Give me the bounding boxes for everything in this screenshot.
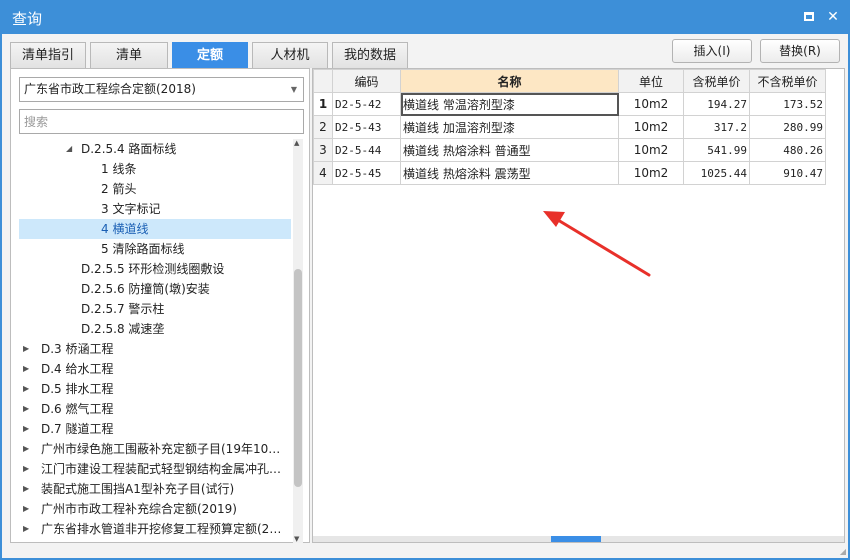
tree-node[interactable]: ◢ D.2.5.4 路面标线 xyxy=(19,139,291,159)
scroll-down-icon[interactable]: ▼ xyxy=(294,535,299,543)
resize-grip-icon[interactable]: ◢ xyxy=(840,547,846,556)
scrollbar-thumb[interactable] xyxy=(294,269,302,487)
tab-list-guide[interactable]: 清单指引 xyxy=(10,42,86,68)
tree-collapsed-icon[interactable]: ▶ xyxy=(23,419,29,439)
dropdown-arrow-icon: ▼ xyxy=(290,85,297,94)
tree-collapsed-icon[interactable]: ▶ xyxy=(23,359,29,379)
tree-leaf-item[interactable]: 1 线条 xyxy=(19,159,291,179)
tree-item-label: D.2.5.6 防撞筒(墩)安装 xyxy=(81,282,210,296)
quota-tree: ◢ D.2.5.4 路面标线 1 线条 2 箭头 3 文字标记 4 横道线 5 清除路面标线… xyxy=(19,139,291,539)
tree-item-label: D.3 桥涵工程 xyxy=(41,342,114,356)
scroll-up-icon[interactable]: ▲ xyxy=(294,139,299,147)
tab-labor-material-machine[interactable]: 人材机 xyxy=(252,42,328,68)
tree-item-label: D.2.5.4 路面标线 xyxy=(81,142,177,156)
query-dialog: 查询 ✕ 清单指引 清单 定额 人材机 我的数据 插入(I) 替换(R) 广东省… xyxy=(0,0,850,560)
tree-node[interactable]: D.2.5.8 减速垄 xyxy=(19,319,291,339)
title-bar[interactable]: 查询 ✕ xyxy=(0,0,850,34)
tree-leaf-item[interactable]: 4 横道线 xyxy=(19,219,291,239)
close-button[interactable]: ✕ xyxy=(824,8,842,26)
grid-horizontal-scrollbar[interactable] xyxy=(313,536,844,542)
tree-item-label: D.7 隧道工程 xyxy=(41,422,114,436)
dialog-body: 清单指引 清单 定额 人材机 我的数据 插入(I) 替换(R) 广东省市政工程综… xyxy=(2,34,848,558)
tree-collapsed-icon[interactable]: ▶ xyxy=(23,519,29,539)
tree-node[interactable]: ▶ D.6 燃气工程 xyxy=(19,399,291,419)
tree-item-label: 装配式施工围挡A1型补充子目(试行) xyxy=(41,482,235,496)
tree-scrollbar[interactable]: ▲ ▼ xyxy=(293,139,303,543)
tree-node[interactable]: ▶ D.5 排水工程 xyxy=(19,379,291,399)
tree-leaf-item[interactable]: 3 文字标记 xyxy=(19,199,291,219)
tree-collapsed-icon[interactable]: ▶ xyxy=(23,439,29,459)
tree-item-label: 广州市市政工程补充综合定额(2019) xyxy=(41,502,237,516)
tree-item-label: 2 箭头 xyxy=(101,182,137,196)
tree-expanded-icon[interactable]: ◢ xyxy=(66,139,72,159)
tree-collapsed-icon[interactable]: ▶ xyxy=(23,459,29,479)
tree-item-label: 1 线条 xyxy=(101,162,137,176)
annotation-arrow-head xyxy=(543,211,565,227)
tree-node[interactable]: ▶ 装配式施工围挡A1型补充子目(试行) xyxy=(19,479,291,499)
tree-item-label: 3 文字标记 xyxy=(101,202,161,216)
tree-collapsed-icon[interactable]: ▶ xyxy=(23,479,29,499)
maximize-button[interactable] xyxy=(800,8,818,26)
tab-quota[interactable]: 定额 xyxy=(172,42,248,68)
tree-collapsed-icon[interactable]: ▶ xyxy=(23,339,29,359)
insert-button[interactable]: 插入(I) xyxy=(672,39,752,63)
tree-item-label: D.6 燃气工程 xyxy=(41,402,114,416)
tree-node[interactable]: D.2.5.7 警示柱 xyxy=(19,299,291,319)
tree-leaf-item[interactable]: 5 清除路面标线 xyxy=(19,239,291,259)
tree-node[interactable]: ▶ 广州市绿色施工围蔽补充定额子目(19年10… xyxy=(19,439,291,459)
quota-library-value: 广东省市政工程综合定额(2018) xyxy=(24,82,196,96)
tree-item-label: 5 清除路面标线 xyxy=(101,242,185,256)
tree-item-label: 江门市建设工程装配式轻型钢结构金属冲孔… xyxy=(41,462,282,476)
quota-library-dropdown[interactable]: 广东省市政工程综合定额(2018) ▼ xyxy=(19,77,304,102)
tree-item-label: D.2.5.8 减速垄 xyxy=(81,322,165,336)
quota-grid-pane: 编码 名称 单位 含税单价 不含税单价 1 D2-5-42 横道线 常温溶剂型漆… xyxy=(312,68,845,543)
tab-my-data[interactable]: 我的数据 xyxy=(332,42,408,68)
tree-collapsed-icon[interactable]: ▶ xyxy=(23,399,29,419)
tree-node[interactable]: D.2.5.5 环形检测线圈敷设 xyxy=(19,259,291,279)
tree-node[interactable]: ▶ 广东省排水管道非开挖修复工程预算定额(2… xyxy=(19,519,291,539)
grid-scroll-handle[interactable] xyxy=(551,536,601,542)
tree-item-label: D.4 给水工程 xyxy=(41,362,114,376)
tree-item-label: 广东省排水管道非开挖修复工程预算定额(2… xyxy=(41,522,282,536)
tree-collapsed-icon[interactable]: ▶ xyxy=(23,379,29,399)
tree-item-label: D.2.5.7 警示柱 xyxy=(81,302,165,316)
replace-button[interactable]: 替换(R) xyxy=(760,39,840,63)
tree-node[interactable]: D.2.5.6 防撞筒(墩)安装 xyxy=(19,279,291,299)
tree-node[interactable]: ▶ 广州市市政工程补充综合定额(2019) xyxy=(19,499,291,519)
annotation-arrow-shaft xyxy=(551,215,651,277)
tree-node[interactable]: ▶ D.3 桥涵工程 xyxy=(19,339,291,359)
annotation-arrow xyxy=(543,211,651,277)
close-icon: ✕ xyxy=(827,9,839,25)
maximize-icon xyxy=(804,12,814,21)
window-title: 查询 xyxy=(12,10,43,28)
tab-list[interactable]: 清单 xyxy=(90,42,168,68)
tree-node[interactable]: ▶ 江门市建设工程装配式轻型钢结构金属冲孔… xyxy=(19,459,291,479)
tree-item-label: 4 横道线 xyxy=(101,222,149,236)
tree-item-label: D.5 排水工程 xyxy=(41,382,114,396)
tree-node[interactable]: ▶ D.4 给水工程 xyxy=(19,359,291,379)
tree-item-label: D.2.5.5 环形检测线圈敷设 xyxy=(81,262,225,276)
tree-node[interactable]: ▶ D.7 隧道工程 xyxy=(19,419,291,439)
tree-item-label: 广州市绿色施工围蔽补充定额子目(19年10… xyxy=(41,442,281,456)
tree-leaf-item[interactable]: 2 箭头 xyxy=(19,179,291,199)
quota-tree-pane: 广东省市政工程综合定额(2018) ▼ ◢ D.2.5.4 路面标线 1 线条 2 箭… xyxy=(10,68,310,543)
tree-collapsed-icon[interactable]: ▶ xyxy=(23,499,29,519)
search-input[interactable] xyxy=(19,109,304,134)
